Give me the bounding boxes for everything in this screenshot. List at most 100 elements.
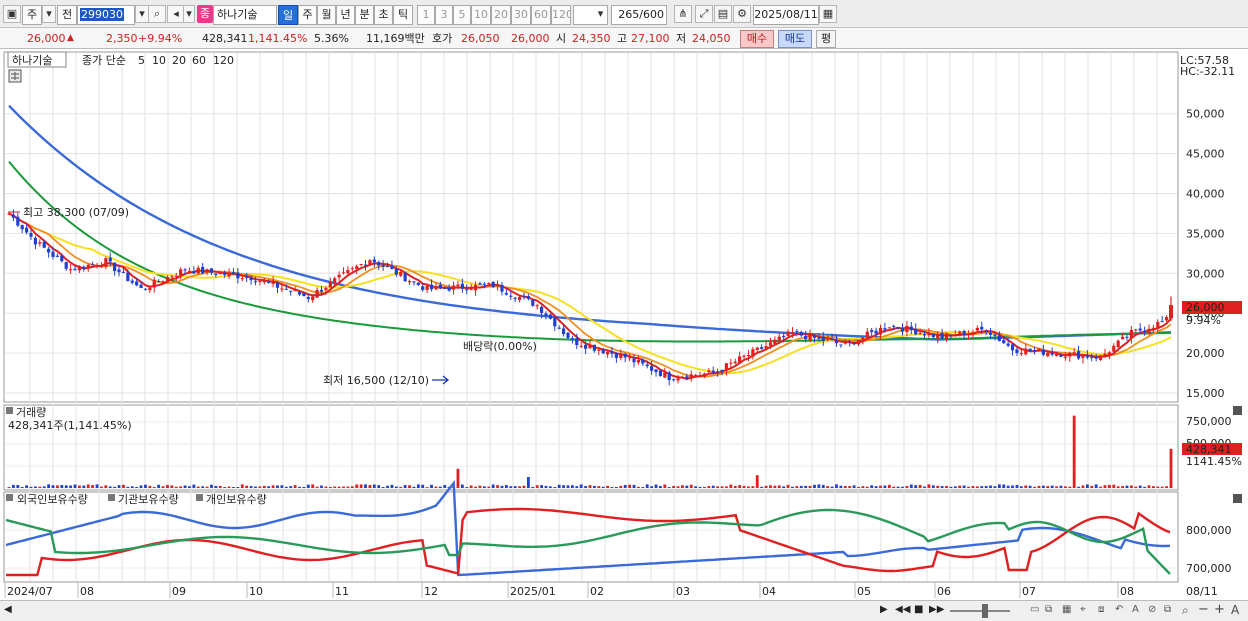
volume-bar xyxy=(1116,486,1120,488)
window-split-icon[interactable]: ⧉ xyxy=(1164,604,1171,615)
market-select[interactable]: 주 xyxy=(22,5,42,25)
fast-forward-icon[interactable]: ▶▶ xyxy=(929,604,944,615)
chevron-down-icon[interactable]: ▾ xyxy=(42,5,56,23)
interval-button-60[interactable]: 60 xyxy=(531,5,551,25)
grid-icon[interactable]: ▦ xyxy=(1062,604,1071,615)
volume-bar xyxy=(1033,486,1036,488)
interval-button-20[interactable]: 20 xyxy=(491,5,511,25)
layout-icon[interactable]: ⧈ xyxy=(1098,604,1104,615)
interval-button-5[interactable]: 5 xyxy=(453,5,471,25)
volume-pane-close-icon[interactable] xyxy=(1233,406,1242,415)
candle-body xyxy=(157,281,161,283)
candle-body xyxy=(716,371,720,373)
save-icon[interactable]: ▤ xyxy=(714,5,732,23)
candle-body xyxy=(187,270,192,272)
candle-body xyxy=(1129,329,1133,339)
period-button-second[interactable]: 초 xyxy=(374,5,393,25)
period-button-day[interactable]: 일 xyxy=(278,5,298,25)
holdings-pane-close-icon[interactable] xyxy=(1233,494,1242,503)
pattern-icon[interactable]: ⊘ xyxy=(1148,604,1156,615)
candle-body xyxy=(887,327,891,329)
period-button-tick[interactable]: 틱 xyxy=(393,5,413,25)
candle-body xyxy=(7,213,11,215)
stop-icon[interactable]: ■ xyxy=(914,604,923,615)
undo-icon[interactable]: ↶ xyxy=(1115,604,1123,615)
candle-body xyxy=(588,345,592,349)
candle-body xyxy=(539,306,544,313)
scroll-left-icon[interactable]: ◀ xyxy=(4,604,12,615)
candle-body xyxy=(113,262,117,272)
rewind-icon[interactable]: ◀◀ xyxy=(895,604,910,615)
search-icon[interactable]: ⌕ xyxy=(148,5,166,23)
candle-body xyxy=(117,269,121,273)
chart-area[interactable]: 하나기술 종가 단순 5 10 20 60 120 LC:57.58 HC:-3… xyxy=(0,50,1248,600)
candle-body xyxy=(1125,336,1129,338)
candle-type-icon[interactable]: ⋔ xyxy=(674,5,692,23)
volume-bar xyxy=(7,487,11,488)
speaker-dropdown-icon[interactable]: ▾ xyxy=(183,5,195,23)
last-volume-pct: 1141.45% xyxy=(1186,455,1242,468)
zoom-slider-thumb[interactable] xyxy=(982,604,988,618)
zoom-in-icon[interactable]: + xyxy=(1214,602,1225,617)
interval-button-120[interactable]: 120 xyxy=(551,5,571,25)
candle-body xyxy=(429,284,434,290)
candle-body xyxy=(333,278,337,283)
interval-button-1[interactable]: 1 xyxy=(417,5,435,25)
period-button-week[interactable]: 주 xyxy=(298,5,317,25)
sell-button[interactable]: 매도 xyxy=(778,30,812,48)
volume-bar xyxy=(795,486,799,488)
crosshair-icon[interactable]: ⌖ xyxy=(1080,604,1086,615)
volume-bar xyxy=(1006,485,1010,488)
candle-body xyxy=(984,330,988,333)
volume-bar xyxy=(940,486,944,488)
draw-tool-icon[interactable]: ⤢ xyxy=(695,5,713,23)
period-button-year[interactable]: 년 xyxy=(336,5,355,25)
candle-body xyxy=(1041,349,1045,355)
interval-button-10[interactable]: 10 xyxy=(471,5,491,25)
buy-button[interactable]: 매수 xyxy=(740,30,774,48)
play-icon[interactable]: ▶ xyxy=(880,604,888,615)
zoom-out-icon[interactable]: − xyxy=(1198,602,1209,617)
eval-button[interactable]: 평 xyxy=(816,30,836,48)
candle-body xyxy=(896,327,900,329)
interval-button-3[interactable]: 3 xyxy=(435,5,453,25)
code-dropdown-icon[interactable]: ▾ xyxy=(135,5,149,23)
bottom-scrollbar[interactable]: ◀ ▶ ◀◀ ■ ▶▶ ▭ ⧉ ▦ ⌖ ⧈ ↶ A ⊘ ⧉ ⌕ − + A xyxy=(0,600,1248,621)
volume-bar xyxy=(544,485,548,488)
candle-body xyxy=(69,269,73,271)
stock-code-input[interactable]: 299030 xyxy=(77,5,135,25)
volume-bar xyxy=(210,484,213,488)
period-button-month[interactable]: 월 xyxy=(317,5,336,25)
date-input[interactable]: 2025/08/11 xyxy=(753,5,819,25)
window-icon[interactable]: ▣ xyxy=(3,5,21,23)
volume-bar xyxy=(240,484,244,488)
text-icon[interactable]: A xyxy=(1132,604,1139,615)
calendar-icon[interactable]: ▦ xyxy=(819,5,837,23)
candle-body xyxy=(421,286,425,290)
volume-bar xyxy=(548,486,552,488)
candle-body xyxy=(610,351,614,354)
period-button-minute[interactable]: 분 xyxy=(355,5,374,25)
volume-bar xyxy=(588,485,592,488)
x-axis-label: 07 xyxy=(1022,585,1036,598)
count-input[interactable]: 265/600 xyxy=(611,5,667,25)
magnifier-icon[interactable]: ⌕ xyxy=(1182,603,1189,618)
font-size-icon[interactable]: A xyxy=(1231,603,1239,617)
copy-icon[interactable]: ⧉ xyxy=(1045,604,1052,615)
zoom-slider-track[interactable] xyxy=(950,610,1010,612)
candle-body xyxy=(1019,353,1023,355)
candle-body xyxy=(936,334,940,339)
gear-icon[interactable]: ⚙ xyxy=(733,5,751,23)
x-axis-label: 12 xyxy=(424,585,438,598)
candle-body xyxy=(724,363,729,371)
low-annotation: 최저 16,500 (12/10) xyxy=(323,374,429,387)
volume-bar xyxy=(12,484,15,488)
chart-type-icon[interactable]: ▭ xyxy=(1030,604,1039,615)
interval-button-30[interactable]: 30 xyxy=(511,5,531,25)
low-price: 24,050 xyxy=(692,32,731,45)
period-code-select[interactable]: 전 xyxy=(57,5,77,25)
volume-bar xyxy=(1041,485,1045,488)
volume-bar xyxy=(905,485,909,488)
custom-interval-dropdown-icon[interactable]: ▾ xyxy=(594,6,607,23)
candle-body xyxy=(1103,353,1107,357)
